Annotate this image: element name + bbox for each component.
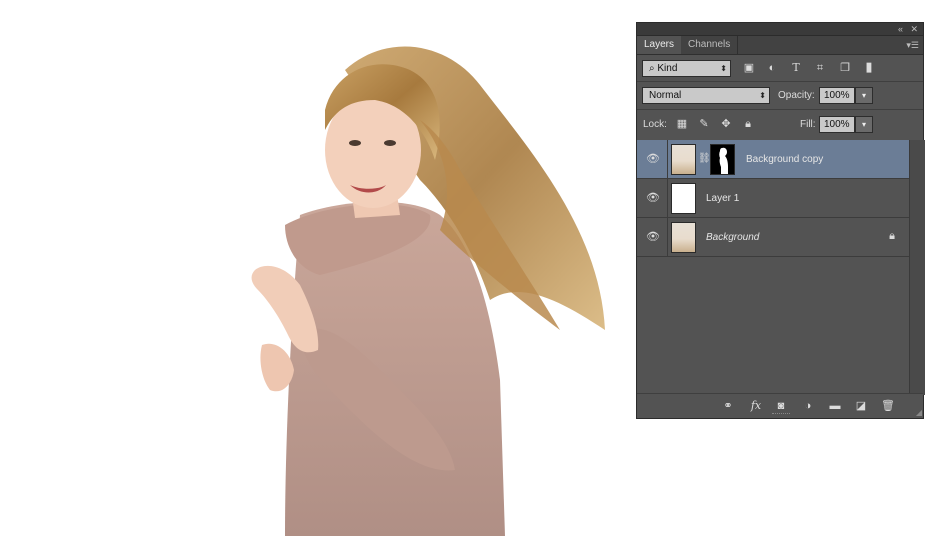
tab-layers[interactable]: Layers bbox=[637, 36, 682, 54]
adjustment-filter-icon[interactable]: ◐ bbox=[764, 60, 780, 76]
select-arrows-icon: ⬍ bbox=[759, 91, 766, 100]
tab-channels[interactable]: Channels bbox=[681, 36, 739, 54]
layer-thumbnail[interactable] bbox=[671, 144, 696, 175]
divider bbox=[667, 179, 668, 218]
layer-list-scrollbar[interactable] bbox=[909, 140, 925, 395]
divider bbox=[667, 140, 668, 179]
layer-name: Background bbox=[706, 232, 760, 243]
eye-icon[interactable]: 👁︎ bbox=[646, 152, 660, 166]
select-arrows-icon: ⬍ bbox=[720, 64, 727, 73]
blend-mode-select[interactable]: Normal ⬍ bbox=[642, 87, 770, 104]
shape-filter-icon[interactable]: ⌗ bbox=[812, 60, 828, 76]
double-chevron-icon[interactable]: « bbox=[898, 23, 903, 35]
lock-label: Lock: bbox=[643, 119, 667, 130]
layers-panel: « ✕ Layers Channels ▾☰ ⌕ Kind ⬍ ▣ ◐ T ⌗ … bbox=[636, 22, 925, 419]
layer-row-background[interactable]: 👁︎ Background 🔒︎ bbox=[637, 218, 909, 257]
panel-resize-grip[interactable] bbox=[772, 413, 790, 417]
layer-mask-thumbnail[interactable] bbox=[710, 144, 735, 175]
new-layer-icon[interactable]: ◪ bbox=[853, 398, 869, 414]
resize-handle-icon[interactable]: ◢ bbox=[916, 408, 922, 417]
layer-thumbnail[interactable] bbox=[671, 222, 696, 253]
fill-label: Fill: bbox=[800, 119, 816, 130]
panel-bottom-bar: ⚭ fx ◙ ◑ ▬ ◪ 🗑︎ ◢ bbox=[637, 393, 923, 418]
type-filter-icon[interactable]: T bbox=[788, 60, 804, 76]
lock-row: Lock: ▦ ✎ ✥ 🔒︎ Fill: 100% ▾ bbox=[637, 110, 923, 139]
close-icon[interactable]: ✕ bbox=[910, 23, 918, 35]
fx-icon[interactable]: fx bbox=[745, 398, 767, 414]
blend-row: Normal ⬍ Opacity: 100% ▾ bbox=[637, 82, 923, 109]
link-layers-icon[interactable]: ⚭ bbox=[720, 398, 736, 414]
fill-dropdown-button[interactable]: ▾ bbox=[855, 116, 873, 133]
lock-transparent-pixels-icon[interactable]: ▦ bbox=[674, 116, 690, 132]
layer-row-layer-1[interactable]: 👁︎ Layer 1 bbox=[637, 179, 909, 218]
new-group-icon[interactable]: ▬ bbox=[827, 398, 843, 414]
filter-kind-label: Kind bbox=[657, 63, 678, 74]
eye-icon[interactable]: 👁︎ bbox=[646, 230, 660, 244]
eye-icon[interactable]: 👁︎ bbox=[646, 191, 660, 205]
filter-kind-select[interactable]: ⌕ Kind ⬍ bbox=[642, 60, 731, 77]
search-icon: ⌕ bbox=[649, 63, 655, 74]
image-filter-icon[interactable]: ▣ bbox=[741, 60, 757, 76]
opacity-dropdown-button[interactable]: ▾ bbox=[855, 87, 873, 104]
filter-row: ⌕ Kind ⬍ ▣ ◐ T ⌗ ❐ ▮ bbox=[637, 56, 923, 80]
lock-icon[interactable]: 🔒︎ bbox=[889, 230, 895, 243]
divider bbox=[667, 218, 668, 257]
layer-row-background-copy[interactable]: 👁︎ ⛓︎ Background copy bbox=[637, 140, 909, 179]
lock-all-icon[interactable]: 🔒︎ bbox=[740, 116, 756, 132]
blend-mode-value: Normal bbox=[649, 90, 682, 101]
panel-tab-row: Layers Channels bbox=[637, 36, 923, 55]
panel-menu-icon[interactable]: ▾☰ bbox=[906, 36, 919, 54]
opacity-label: Opacity: bbox=[778, 90, 815, 101]
lock-image-pixels-icon[interactable]: ✎ bbox=[696, 116, 712, 132]
adjustment-layer-icon[interactable]: ◑ bbox=[800, 398, 816, 414]
smart-object-filter-icon[interactable]: ❐ bbox=[837, 60, 853, 76]
opacity-field[interactable]: 100% bbox=[819, 87, 855, 104]
filter-toggle-icon[interactable]: ▮ bbox=[861, 59, 877, 75]
add-mask-icon[interactable]: ◙ bbox=[773, 398, 789, 414]
lock-position-icon[interactable]: ✥ bbox=[718, 116, 734, 132]
panel-top-bar: « ✕ bbox=[637, 23, 923, 36]
layer-name: Layer 1 bbox=[706, 193, 740, 204]
trash-icon[interactable]: 🗑︎ bbox=[880, 398, 896, 414]
mask-silhouette-icon bbox=[719, 147, 728, 174]
layer-name: Background copy bbox=[746, 154, 824, 165]
layer-list: 👁︎ ⛓︎ Background copy 👁︎ Layer 1 👁︎ Back… bbox=[637, 140, 909, 395]
mask-link-icon[interactable]: ⛓︎ bbox=[698, 153, 711, 164]
fill-field[interactable]: 100% bbox=[819, 116, 855, 133]
layer-thumbnail[interactable] bbox=[671, 183, 696, 214]
